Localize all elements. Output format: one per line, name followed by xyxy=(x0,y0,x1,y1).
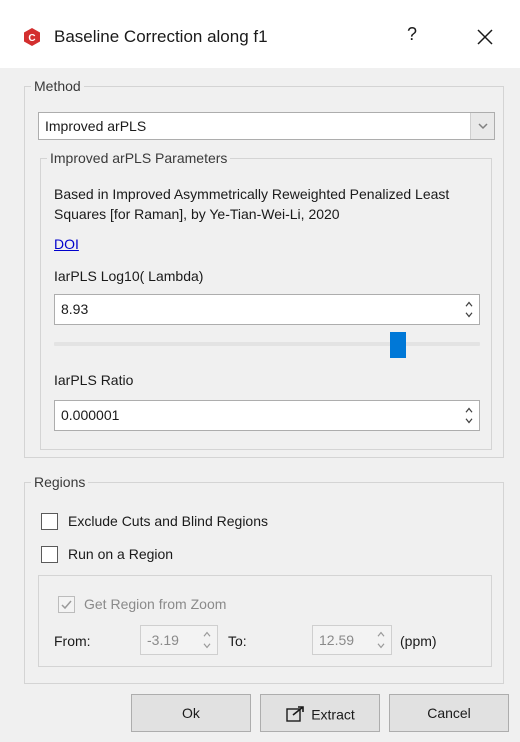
method-description: Based in Improved Asymmetrically Reweigh… xyxy=(54,186,450,222)
spin-arrows-icon[interactable] xyxy=(197,626,217,654)
dropdown-arrow[interactable] xyxy=(470,113,494,139)
chevron-down-icon xyxy=(478,123,488,130)
to-input[interactable]: 12.59 xyxy=(312,625,392,655)
method-select[interactable]: Improved arPLS xyxy=(38,112,495,140)
window-title: Baseline Correction along f1 xyxy=(54,27,268,46)
to-label: To: xyxy=(228,633,247,649)
to-value: 12.59 xyxy=(319,632,355,648)
app-logo-icon: C xyxy=(24,28,40,46)
region-subgroup xyxy=(38,575,492,667)
ratio-input[interactable]: 0.000001 xyxy=(54,400,480,431)
export-icon xyxy=(286,706,305,722)
params-legend: Improved arPLS Parameters xyxy=(47,149,231,167)
ok-button[interactable]: Ok xyxy=(131,694,251,732)
spin-arrows-icon[interactable] xyxy=(459,401,479,430)
lambda-slider-track[interactable] xyxy=(54,342,480,346)
regions-legend: Regions xyxy=(31,473,89,491)
method-select-value: Improved arPLS xyxy=(45,118,147,134)
exclude-label[interactable]: Exclude Cuts and Blind Regions xyxy=(68,513,268,529)
svg-text:C: C xyxy=(28,33,35,44)
from-input[interactable]: -3.19 xyxy=(140,625,218,655)
doi-link[interactable]: DOI xyxy=(54,236,79,252)
lambda-label: IarPLS Log10( Lambda) xyxy=(54,268,204,284)
cancel-button[interactable]: Cancel xyxy=(389,694,509,732)
help-button[interactable]: ? xyxy=(398,24,426,48)
exclude-checkbox[interactable] xyxy=(41,513,58,530)
run-region-label[interactable]: Run on a Region xyxy=(68,546,173,562)
method-legend: Method xyxy=(31,77,84,95)
title-bar: C Baseline Correction along f1 ? xyxy=(0,0,520,68)
spin-arrows-icon[interactable] xyxy=(371,626,391,654)
close-icon[interactable] xyxy=(470,22,500,52)
from-label: From: xyxy=(54,633,91,649)
unit-label: (ppm) xyxy=(400,633,437,649)
lambda-input[interactable]: 8.93 xyxy=(54,294,480,325)
spin-arrows-icon[interactable] xyxy=(459,295,479,324)
lambda-slider-thumb[interactable] xyxy=(390,332,406,358)
checkmark-icon xyxy=(61,600,72,610)
from-value: -3.19 xyxy=(147,632,179,648)
lambda-value: 8.93 xyxy=(61,301,89,317)
zoom-checkbox[interactable] xyxy=(58,596,75,613)
extract-button[interactable]: Extract xyxy=(260,694,380,732)
ratio-value: 0.000001 xyxy=(61,407,120,423)
run-region-checkbox[interactable] xyxy=(41,546,58,563)
ratio-label: IarPLS Ratio xyxy=(54,372,134,388)
extract-label: Extract xyxy=(311,706,355,723)
zoom-label[interactable]: Get Region from Zoom xyxy=(84,596,226,612)
